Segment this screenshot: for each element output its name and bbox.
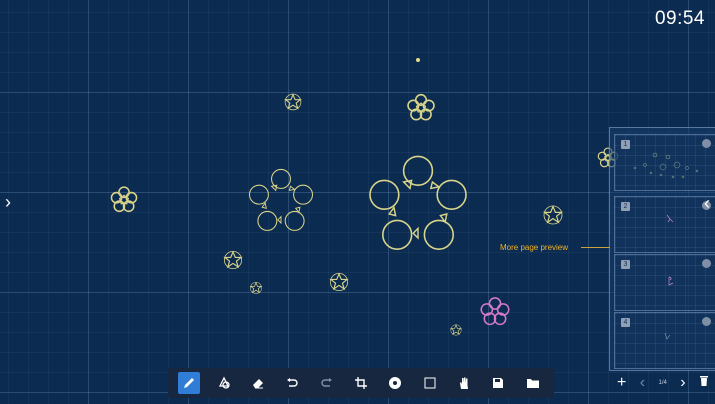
next-page-button[interactable]: › [680, 375, 685, 391]
preview-callout: More page preview [500, 243, 569, 252]
crop-button[interactable] [350, 372, 372, 394]
more-circle-icon [389, 377, 402, 389]
pen-icon [184, 378, 195, 388]
star-drawing [250, 282, 262, 294]
select-button[interactable] [419, 372, 441, 394]
ring-flower-drawing [248, 168, 314, 231]
shape-recognition-button[interactable] [213, 372, 235, 394]
page-thumbnail[interactable]: 1 [614, 134, 715, 191]
thumbnail-content [664, 332, 671, 340]
chevron-right-icon[interactable]: › [5, 193, 11, 211]
whiteboard-canvas[interactable]: 09:54 › 1 2 3 4 ‹ More page preview + ‹ … [0, 0, 715, 404]
folder-icon [526, 379, 539, 388]
page-thumbnail[interactable]: 3 [614, 254, 715, 311]
select-box-icon [424, 377, 436, 389]
ring-flower-drawing [369, 155, 467, 250]
more-button[interactable] [384, 372, 406, 394]
pink-flower-drawing [480, 297, 510, 326]
hand-button[interactable] [453, 372, 475, 394]
flower-drawing [110, 186, 138, 213]
thumbnail-content [633, 152, 699, 179]
star-drawing [329, 272, 349, 292]
save-icon [493, 378, 504, 388]
save-button[interactable] [487, 372, 509, 394]
star-drawing [284, 93, 302, 111]
thumbnail-content [668, 276, 674, 286]
eraser-icon [252, 379, 263, 389]
add-page-button[interactable]: + [617, 375, 626, 391]
prev-page-button[interactable]: ‹ [640, 375, 645, 391]
thumbnail-content [666, 214, 674, 223]
crop-icon [354, 377, 367, 389]
flower-drawing [407, 93, 435, 121]
pen-button[interactable] [178, 372, 201, 394]
trash-icon [699, 376, 708, 386]
bottom-toolbar [168, 368, 554, 398]
chevron-left-icon[interactable]: ‹ [704, 194, 710, 212]
star-drawing [223, 250, 243, 270]
clock: 09:54 [654, 8, 705, 29]
callout-line [581, 247, 610, 248]
page-thumbnail[interactable]: 2 [614, 196, 715, 253]
eraser-button[interactable] [247, 372, 269, 394]
ink-dot [416, 58, 420, 62]
redo-icon [320, 378, 332, 387]
undo-icon [287, 378, 298, 387]
delete-page-button[interactable] [699, 374, 709, 392]
redo-button[interactable] [316, 372, 338, 394]
star-drawing [543, 205, 563, 225]
shape-icon [218, 376, 230, 389]
hand-icon [460, 377, 469, 389]
page-thumbnail[interactable]: 4 [614, 312, 715, 369]
star-drawing [450, 324, 462, 336]
page-navigation: + ‹ 1/4 › [611, 371, 715, 395]
page-indicator: 1/4 [658, 380, 667, 386]
folder-button[interactable] [522, 372, 544, 394]
undo-button[interactable] [281, 372, 303, 394]
page-preview-panel[interactable]: 1 2 3 4 [609, 127, 715, 371]
drawing-layer[interactable] [0, 0, 715, 404]
